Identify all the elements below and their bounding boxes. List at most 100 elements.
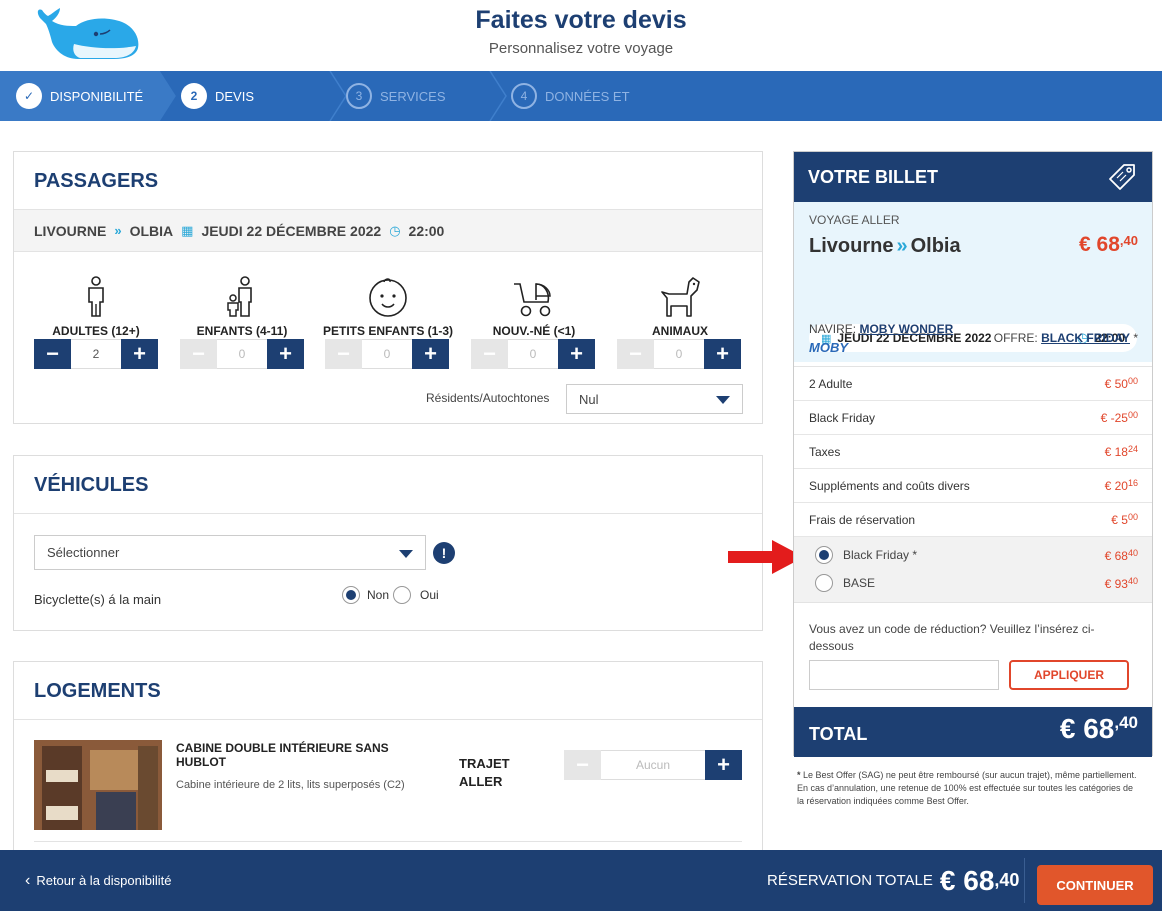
chevron-left-icon: ‹ <box>25 871 31 889</box>
residents-label: Résidents/Autochtones <box>426 391 550 405</box>
chevron-down-icon <box>399 549 413 558</box>
newborn-value[interactable]: 0 <box>508 339 558 369</box>
minus-button[interactable]: − <box>34 339 71 369</box>
plus-button[interactable]: + <box>704 339 741 369</box>
logements-title: LOGEMENTS <box>14 662 762 720</box>
double-chevron-icon: » <box>114 223 122 238</box>
line-amount-cents: 00 <box>1127 376 1138 386</box>
price-line: 2 Adulte € 5000 <box>794 367 1152 401</box>
pax-label: NOUV.-NÉ (<1) <box>492 324 576 338</box>
cabin-value[interactable]: Aucun <box>601 750 705 780</box>
ticket-title: VOTRE BILLET <box>808 166 938 187</box>
double-chevron-icon: » <box>896 235 908 257</box>
ticket-summary: VOTRE BILLET VOYAGE ALLER Livourne » Olb… <box>793 151 1153 757</box>
adults-stepper: − 2 + <box>34 339 158 369</box>
trajet-label: TRAJET ALLER <box>459 756 510 789</box>
step-disponibilite[interactable]: ✓ DISPONIBILITÉ <box>16 71 143 121</box>
toddlers-stepper: − 0 + <box>325 339 449 369</box>
chevron-down-icon <box>716 396 730 404</box>
offer-price-cents: 40 <box>1127 548 1138 558</box>
offer-price: € 6840 <box>1105 548 1138 563</box>
minus-button[interactable]: − <box>180 339 217 369</box>
minus-button[interactable]: − <box>617 339 654 369</box>
line-label: Taxes <box>809 444 841 459</box>
promo-text: Vous avez un code de réduction? Veuillez… <box>809 622 1095 653</box>
children-value[interactable]: 0 <box>217 339 267 369</box>
trip-from: Livourne <box>809 235 894 257</box>
line-amount-cents: 00 <box>1127 410 1138 420</box>
footer-total: RÉSERVATION TOTALE € 68 ,40 <box>767 850 1019 911</box>
animals-value[interactable]: 0 <box>654 339 704 369</box>
line-label: 2 Adulte <box>809 376 853 391</box>
offer-radio[interactable] <box>815 574 833 592</box>
step-label: DONNÉES ET <box>545 88 630 104</box>
voyage-label: VOYAGE ALLER <box>809 213 900 227</box>
route-bar: LIVOURNE » OLBIA ▦ JEUDI 22 DÉCEMBRE 202… <box>14 210 762 252</box>
calendar-icon: ▦ <box>181 222 194 238</box>
progress-steps: ✓ DISPONIBILITÉ 2 DEVIS 3 SERVICES 4 DON… <box>0 71 1162 121</box>
vehicle-select[interactable]: Sélectionner <box>34 535 426 570</box>
trip-route: Livourne » Olbia <box>809 235 961 258</box>
navire-link[interactable]: MOBY WONDER <box>859 322 953 336</box>
plus-button[interactable]: + <box>558 339 595 369</box>
bicycle-yes-radio[interactable] <box>393 586 412 604</box>
offer-price-main: € 68 <box>1104 549 1128 563</box>
step-label: SERVICES <box>380 88 446 104</box>
total-amount-cents: ,40 <box>1114 713 1138 732</box>
vehicules-title: VÉHICULES <box>14 456 762 514</box>
residents-select[interactable]: Nul <box>566 384 743 414</box>
minus-button[interactable]: − <box>564 750 601 780</box>
offer-price-main: € 93 <box>1104 577 1128 591</box>
trip-to: Olbia <box>910 235 961 257</box>
child-icon <box>177 270 307 318</box>
continue-button[interactable]: CONTINUER <box>1037 865 1153 905</box>
line-amount-main: € 50 <box>1104 377 1128 391</box>
info-icon[interactable]: ! <box>433 542 455 564</box>
footer-bar: ‹ Retour à la disponibilité RÉSERVATION … <box>0 850 1162 911</box>
dog-icon <box>615 270 745 318</box>
cabin-title: CABINE DOUBLE INTÉRIEURE SANS HUBLOT <box>176 741 389 769</box>
animals-stepper: − 0 + <box>617 339 741 369</box>
pax-toddlers: PETITS ENFANTS (1-3) <box>323 270 453 338</box>
total-label: TOTAL <box>809 724 868 744</box>
toddlers-value[interactable]: 0 <box>362 339 412 369</box>
adult-icon <box>31 270 161 318</box>
pax-animals: ANIMAUX <box>615 270 745 338</box>
bicycle-label: Bicyclette(s) á la main <box>34 592 162 607</box>
line-amount-main: € -25 <box>1100 411 1128 425</box>
offer-option[interactable]: BASE <box>815 574 875 592</box>
offre-link[interactable]: BLACK FRIDAY <box>1041 331 1130 345</box>
back-link[interactable]: ‹ Retour à la disponibilité <box>25 850 171 911</box>
minus-button[interactable]: − <box>471 339 508 369</box>
plus-button[interactable]: + <box>267 339 304 369</box>
adults-value[interactable]: 2 <box>71 339 121 369</box>
offer-radio[interactable] <box>815 546 833 564</box>
plus-button[interactable]: + <box>121 339 158 369</box>
ticket-header: VOTRE BILLET <box>794 152 1152 202</box>
price-line: Taxes € 1824 <box>794 435 1152 469</box>
promo-code-input[interactable] <box>809 660 999 690</box>
footnote-text: Le Best Offer (SAG) ne peut être rembour… <box>797 770 1137 806</box>
offer-options: Black Friday * € 6840 BASE € 9340 <box>794 537 1152 603</box>
logements-panel: LOGEMENTS CABINE DOUBLE INTÉRIEURE SANS … <box>13 661 763 861</box>
bicycle-no-radio[interactable] <box>342 586 360 604</box>
line-amount-main: € 5 <box>1111 513 1128 527</box>
total-amount-main: € 68 <box>1059 713 1115 744</box>
offer-option[interactable]: Black Friday * <box>815 546 917 564</box>
step-number: 2 <box>181 83 207 109</box>
price-line: Frais de réservation € 500 <box>794 503 1152 537</box>
ticket-total: TOTAL € 68,40 <box>794 707 1152 757</box>
passagers-title: PASSAGERS <box>14 152 762 210</box>
pax-label: ADULTES (12+) <box>52 324 140 338</box>
offre-star: * <box>1133 331 1138 345</box>
step-number: 4 <box>511 83 537 109</box>
page-header: Faites votre devis Personnalisez votre v… <box>0 0 1162 71</box>
line-label: Black Friday <box>809 410 876 425</box>
plus-button[interactable]: + <box>705 750 742 780</box>
plus-button[interactable]: + <box>412 339 449 369</box>
offer-price: € 9340 <box>1105 576 1138 591</box>
offer-label: Black Friday * <box>843 548 918 562</box>
minus-button[interactable]: − <box>325 339 362 369</box>
route-date: JEUDI 22 DÉCEMBRE 2022 <box>201 222 382 239</box>
apply-button[interactable]: APPLIQUER <box>1009 660 1129 690</box>
